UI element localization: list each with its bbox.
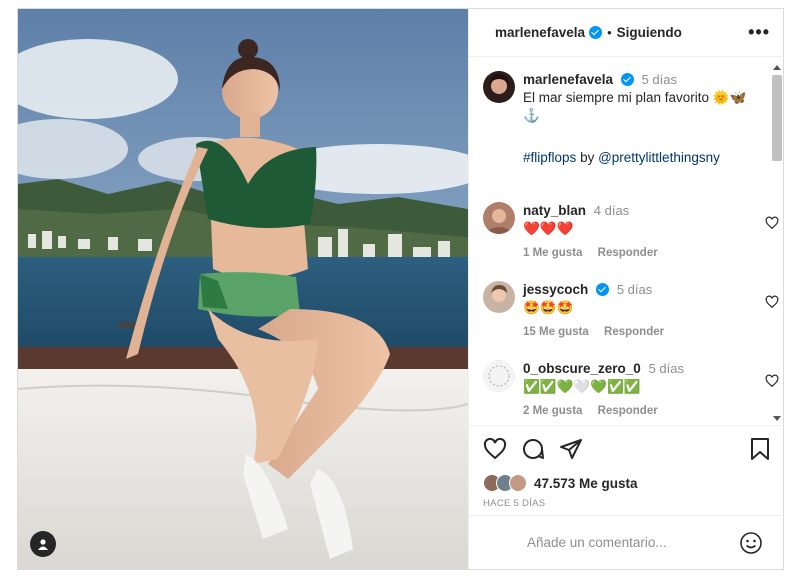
post-actions: 47.573 Me gusta HACE 5 DÍAS	[469, 425, 785, 509]
comments-list[interactable]: marlenefavela 5 días El mar siempre mi p…	[469, 57, 785, 425]
post-side-panel: marlenefavela • Siguiendo ••• marlenefav…	[468, 9, 785, 569]
reply-button[interactable]: Responder	[598, 247, 658, 259]
user-tag-icon[interactable]	[30, 531, 56, 557]
avatar[interactable]	[483, 281, 515, 313]
post-header: marlenefavela • Siguiendo •••	[469, 9, 784, 57]
more-options-icon[interactable]: •••	[748, 22, 770, 43]
action-icons	[483, 434, 771, 464]
comment-item: jessycoch 5 días 🤩🤩🤩 15 Me gusta Respond…	[483, 281, 779, 341]
share-icon[interactable]	[559, 437, 583, 461]
comment-likes[interactable]: 15 Me gusta	[523, 326, 589, 338]
reply-button[interactable]: Responder	[598, 405, 658, 417]
verified-icon	[620, 73, 634, 86]
caption-time: 5 días	[641, 72, 678, 87]
likes-count[interactable]: 47.573 Me gusta	[534, 476, 638, 491]
mention-link[interactable]: @prettylittlethingsny	[598, 150, 720, 165]
comment-text: ❤️❤️❤️	[523, 221, 574, 236]
comment-meta: 15 Me gusta Responder	[523, 323, 763, 341]
comment-item: 0_obscure_zero_0 5 días ✅✅💚🤍💚✅✅ 2 Me gus…	[483, 360, 779, 420]
comment-username[interactable]: jessycoch	[523, 282, 588, 297]
scrollbar-thumb[interactable]	[772, 75, 782, 161]
comment-time: 5 días	[616, 282, 653, 297]
header-separator: •	[607, 25, 612, 40]
verified-icon	[589, 26, 603, 39]
heart-icon[interactable]	[483, 437, 507, 461]
likes-row: 47.573 Me gusta	[483, 474, 771, 492]
emoji-icon[interactable]	[739, 531, 763, 555]
comment-time: 5 días	[648, 361, 685, 376]
comment-username[interactable]: 0_obscure_zero_0	[523, 361, 641, 376]
comment-likes[interactable]: 2 Me gusta	[523, 405, 582, 417]
caption-text: El mar siempre mi plan favorito 🌞🦋 ⚓	[523, 90, 747, 123]
comment-text: ✅✅💚🤍💚✅✅	[523, 379, 641, 394]
comment-input[interactable]	[527, 535, 739, 550]
author-username[interactable]: marlenefavela	[495, 25, 585, 40]
comment-time: 4 días	[593, 203, 630, 218]
caption-by: by	[580, 150, 595, 165]
caption: marlenefavela 5 días El mar siempre mi p…	[483, 71, 763, 167]
post-photo[interactable]	[18, 9, 468, 569]
comment-meta: 1 Me gusta Responder	[523, 244, 763, 262]
comment-text: 🤩🤩🤩	[523, 300, 574, 315]
caption-username[interactable]: marlenefavela	[523, 72, 613, 87]
liker-avatars[interactable]	[483, 474, 527, 492]
post-timestamp: HACE 5 DÍAS	[483, 498, 546, 509]
scroll-up-arrow-icon[interactable]	[773, 65, 781, 70]
avatar[interactable]	[483, 71, 515, 103]
comments-scrollbar[interactable]	[772, 65, 782, 421]
reply-button[interactable]: Responder	[604, 326, 664, 338]
caption-tags: #flipflops by @prettylittlethingsny	[523, 149, 763, 167]
following-button[interactable]: Siguiendo	[617, 25, 682, 40]
instagram-post: marlenefavela • Siguiendo ••• marlenefav…	[17, 8, 785, 570]
comment-username[interactable]: naty_blan	[523, 203, 586, 218]
hashtag-link[interactable]: #flipflops	[523, 150, 576, 165]
verified-icon	[596, 283, 610, 296]
comment-likes[interactable]: 1 Me gusta	[523, 247, 582, 259]
beach-photo-image	[18, 9, 468, 569]
avatar[interactable]	[483, 360, 515, 392]
avatar[interactable]	[483, 202, 515, 234]
comment-meta: 2 Me gusta Responder	[523, 402, 763, 420]
save-icon[interactable]	[749, 437, 771, 461]
comment-icon[interactable]	[521, 437, 545, 461]
add-comment-bar	[469, 515, 785, 569]
scroll-down-arrow-icon[interactable]	[773, 416, 781, 421]
comment-item: naty_blan 4 días ❤️❤️❤️ 1 Me gusta Respo…	[483, 202, 779, 262]
avatar	[509, 474, 527, 492]
